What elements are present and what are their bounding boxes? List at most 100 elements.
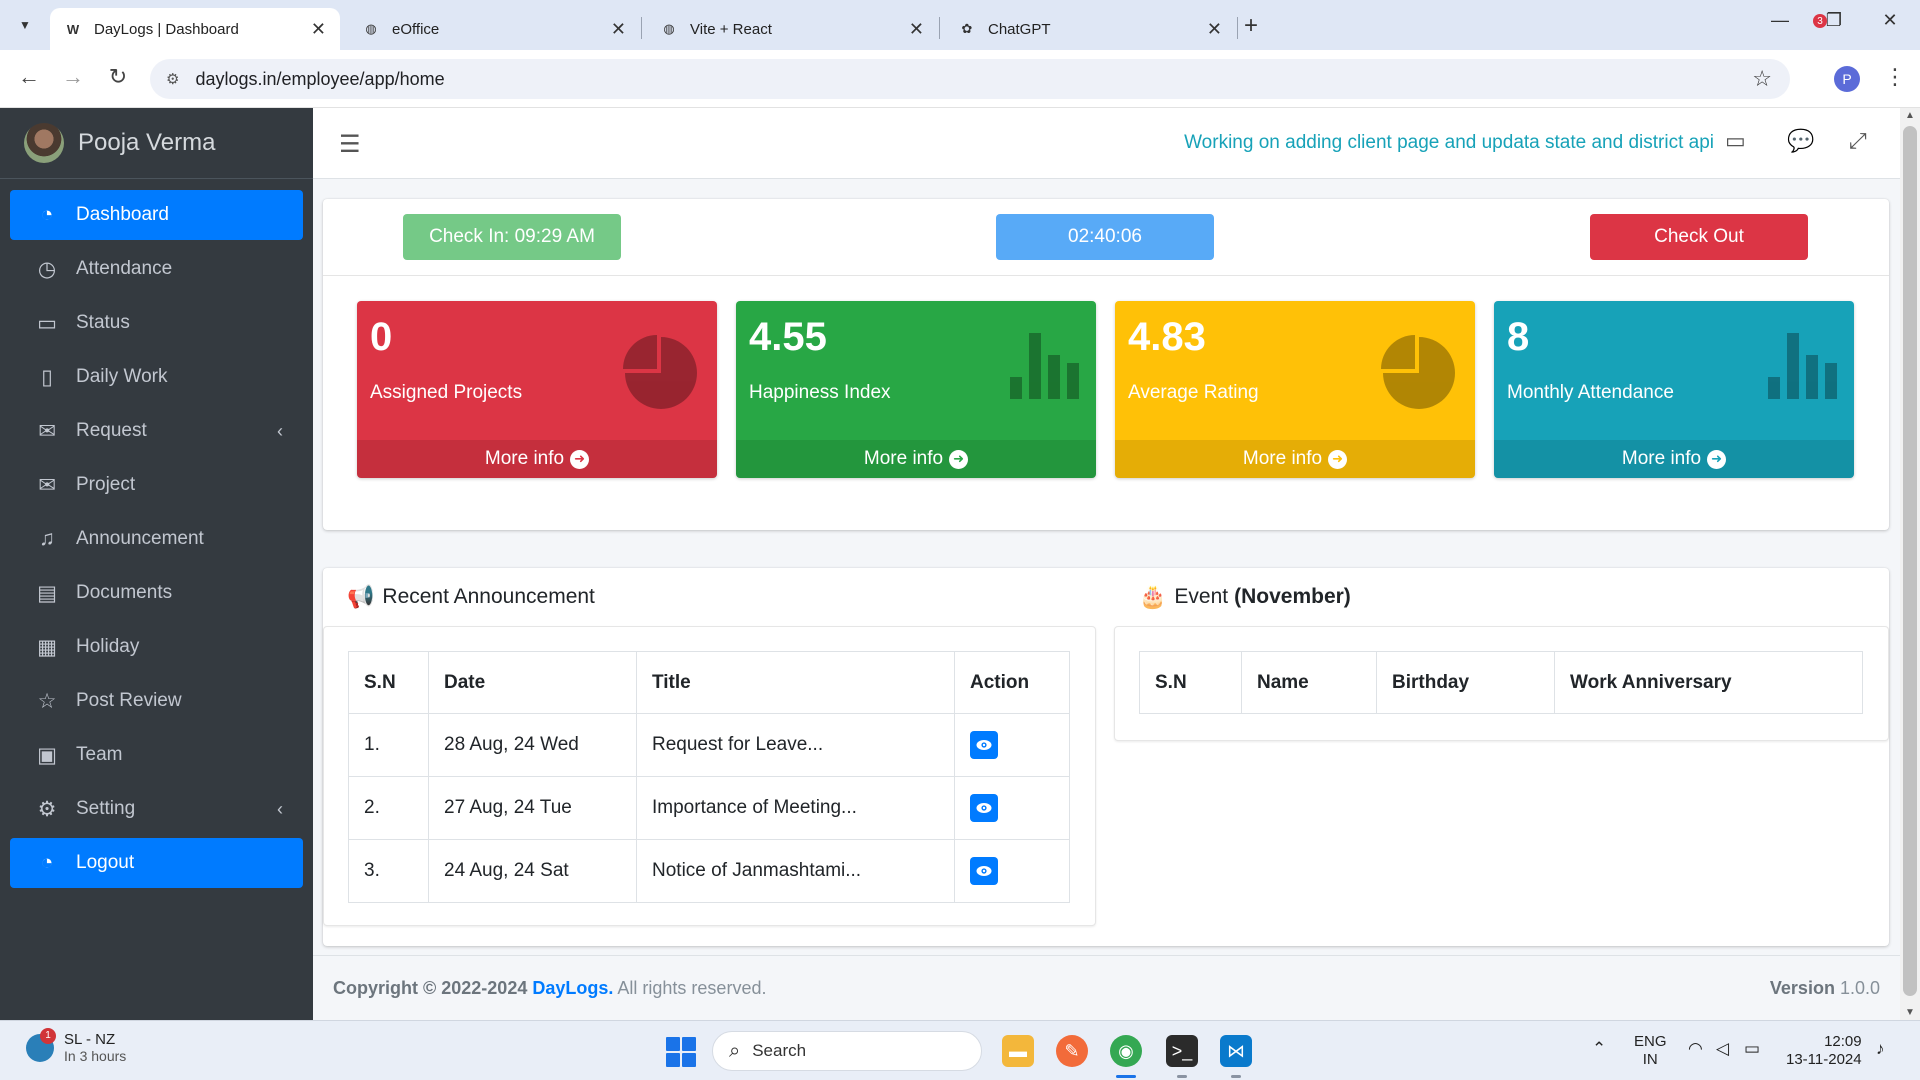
event-month: (November) xyxy=(1234,585,1351,608)
profile-avatar[interactable]: P xyxy=(1834,66,1860,92)
more-info-link[interactable]: More info ➜ xyxy=(736,440,1096,478)
file-explorer-icon[interactable]: ▬ xyxy=(1002,1035,1034,1067)
clock[interactable]: 12:09 13-11-2024 xyxy=(1786,1033,1862,1069)
sidebar-item-holiday[interactable]: ▦ Holiday xyxy=(10,622,303,672)
reload-icon[interactable]: ↻ xyxy=(103,64,133,90)
back-arrow-icon[interactable]: ← xyxy=(14,64,44,90)
cricket-icon: 1 xyxy=(26,1027,56,1062)
view-announcement-button[interactable] xyxy=(970,794,998,822)
envelope-icon: ✉ xyxy=(38,419,56,443)
tab-separator xyxy=(939,17,940,39)
avatar xyxy=(24,123,64,163)
chevron-up-icon[interactable]: ⌃ xyxy=(1592,1039,1606,1059)
column-header: Work Anniversary xyxy=(1554,651,1863,714)
sidebar-item-daily-work[interactable]: ▯ Daily Work xyxy=(10,352,303,402)
check-in-button[interactable]: Check In: 09:29 AM xyxy=(403,214,621,260)
close-tab-icon[interactable]: ✕ xyxy=(611,19,626,40)
wifi-icon[interactable]: ◠ xyxy=(1688,1039,1703,1059)
comments-icon[interactable]: 💬 xyxy=(1787,128,1814,154)
view-announcement-button[interactable] xyxy=(970,731,998,759)
bookmark-star-icon[interactable]: ☆ xyxy=(1752,66,1772,92)
scroll-up-icon[interactable]: ▲ xyxy=(1905,110,1915,121)
sidebar-item-request[interactable]: ✉ Request ‹ xyxy=(10,406,303,456)
weather-widget[interactable]: 1 SL - NZ In 3 hours xyxy=(26,1027,126,1064)
more-info-label: More info xyxy=(484,448,565,469)
browser-tab-vite[interactable]: ◍ Vite + React ✕ xyxy=(646,8,938,50)
bar-chart-icon xyxy=(1010,333,1079,399)
view-announcement-button[interactable] xyxy=(970,857,998,885)
sidebar-item-post-review[interactable]: ☆ Post Review xyxy=(10,676,303,726)
browser-tab-eoffice[interactable]: ◍ eOffice ✕ xyxy=(348,8,640,50)
chrome-icon[interactable]: ◉ xyxy=(1110,1035,1142,1067)
lang-top: ENG xyxy=(1634,1033,1667,1050)
user-panel[interactable]: Pooja Verma xyxy=(24,120,215,166)
close-tab-icon[interactable]: ✕ xyxy=(311,19,326,40)
sidebar-item-project[interactable]: ✉ Project xyxy=(10,460,303,510)
laptop-icon[interactable]: ▭ xyxy=(1725,128,1746,154)
terminal-icon[interactable]: >_ xyxy=(1166,1035,1198,1067)
fullscreen-icon[interactable]: ⤢ xyxy=(1849,128,1867,154)
browser-tab-bar: ▼ W DayLogs | Dashboard ✕ ◍ eOffice ✕ ◍ … xyxy=(0,0,1920,50)
close-tab-icon[interactable]: ✕ xyxy=(909,19,924,40)
browser-tab-daylogs[interactable]: W DayLogs | Dashboard ✕ xyxy=(50,8,340,50)
eye-icon xyxy=(976,740,992,750)
taskbar-search[interactable]: ⌕ Search xyxy=(712,1031,982,1071)
minimize-icon[interactable]: — xyxy=(1760,10,1800,31)
url-text: daylogs.in/employee/app/home xyxy=(195,68,445,89)
browser-tab-chatgpt[interactable]: ✿ ChatGPT ✕ xyxy=(944,8,1236,50)
event-heading: 🎂 Event (November) xyxy=(1139,584,1351,610)
sidebar-item-announcement[interactable]: ♫ Announcement xyxy=(10,514,303,564)
sidebar-item-team[interactable]: ▣ Team xyxy=(10,730,303,780)
eye-icon xyxy=(976,803,992,813)
scrollbar-thumb[interactable] xyxy=(1903,126,1917,996)
work-timer: 02:40:06 xyxy=(996,214,1214,260)
sidebar-item-logout[interactable]: ◔ Logout xyxy=(10,838,303,888)
eye-icon xyxy=(976,866,992,876)
row-sn: 1. xyxy=(348,713,429,777)
more-info-link[interactable]: More info ➜ xyxy=(1494,440,1854,478)
lang-bottom: IN xyxy=(1642,1051,1658,1068)
arrow-circle-right-icon: ➜ xyxy=(570,449,590,469)
tab-separator xyxy=(641,17,642,39)
sidebar-item-attendance[interactable]: ◷ Attendance xyxy=(10,244,303,294)
sidebar-item-setting[interactable]: ⚙ Setting ‹ xyxy=(10,784,303,834)
windows-start-icon[interactable] xyxy=(666,1037,696,1067)
forward-arrow-icon[interactable]: → xyxy=(58,64,88,90)
check-out-button[interactable]: Check Out xyxy=(1590,214,1808,260)
tab-search-dropdown-icon[interactable]: ▼ xyxy=(10,10,40,40)
more-info-link[interactable]: More info ➜ xyxy=(357,440,717,478)
event-table: S.N Name Birthday Work Anniversary xyxy=(1139,651,1863,714)
vscode-icon[interactable]: ⋈ xyxy=(1220,1035,1252,1067)
address-bar[interactable]: ⚙ daylogs.in/employee/app/home ☆ xyxy=(150,59,1790,99)
version-label: Version xyxy=(1769,978,1835,998)
more-info-label: More info xyxy=(1621,448,1702,469)
battery-icon[interactable]: ▭ xyxy=(1744,1039,1760,1059)
brand-link[interactable]: DayLogs. xyxy=(532,978,613,998)
postman-icon[interactable]: ✎ xyxy=(1056,1035,1088,1067)
bullhorn-icon: 📢 xyxy=(347,584,375,609)
scroll-down-icon[interactable]: ▼ xyxy=(1905,1007,1915,1018)
status-message: Working on adding client page and updata… xyxy=(1184,132,1714,153)
stat-value: 8 xyxy=(1507,315,1530,359)
birthday-cake-icon: 🎂 xyxy=(1139,584,1167,609)
page-scrollbar[interactable]: ▲ ▼ xyxy=(1900,108,1920,1020)
volume-icon[interactable]: ◁ xyxy=(1716,1039,1729,1059)
more-info-link[interactable]: More info ➜ xyxy=(1115,440,1475,478)
laptop-icon: ▭ xyxy=(37,311,57,335)
new-tab-icon[interactable]: + xyxy=(1244,12,1258,40)
site-info-icon[interactable]: ⚙ xyxy=(166,70,179,88)
column-header: Date xyxy=(428,651,637,714)
sidebar-item-label: Request xyxy=(76,420,147,441)
close-tab-icon[interactable]: ✕ xyxy=(1207,19,1222,40)
file-pdf-icon: ▤ xyxy=(37,581,57,605)
row-sn: 2. xyxy=(348,776,429,840)
sidebar-item-dashboard[interactable]: ◔ Dashboard xyxy=(10,190,303,240)
close-window-icon[interactable]: ✕ xyxy=(1870,10,1910,31)
sidebar-item-status[interactable]: ▭ Status xyxy=(10,298,303,348)
sidebar-item-documents[interactable]: ▤ Documents xyxy=(10,568,303,618)
notification-bell-icon[interactable]: ♪ xyxy=(1876,1039,1885,1059)
language-indicator[interactable]: ENG IN xyxy=(1634,1033,1667,1069)
hamburger-menu-icon[interactable]: ☰ xyxy=(339,130,361,159)
browser-menu-icon[interactable]: ⋮ xyxy=(1884,64,1906,90)
section-title: Recent Announcement xyxy=(382,585,595,608)
